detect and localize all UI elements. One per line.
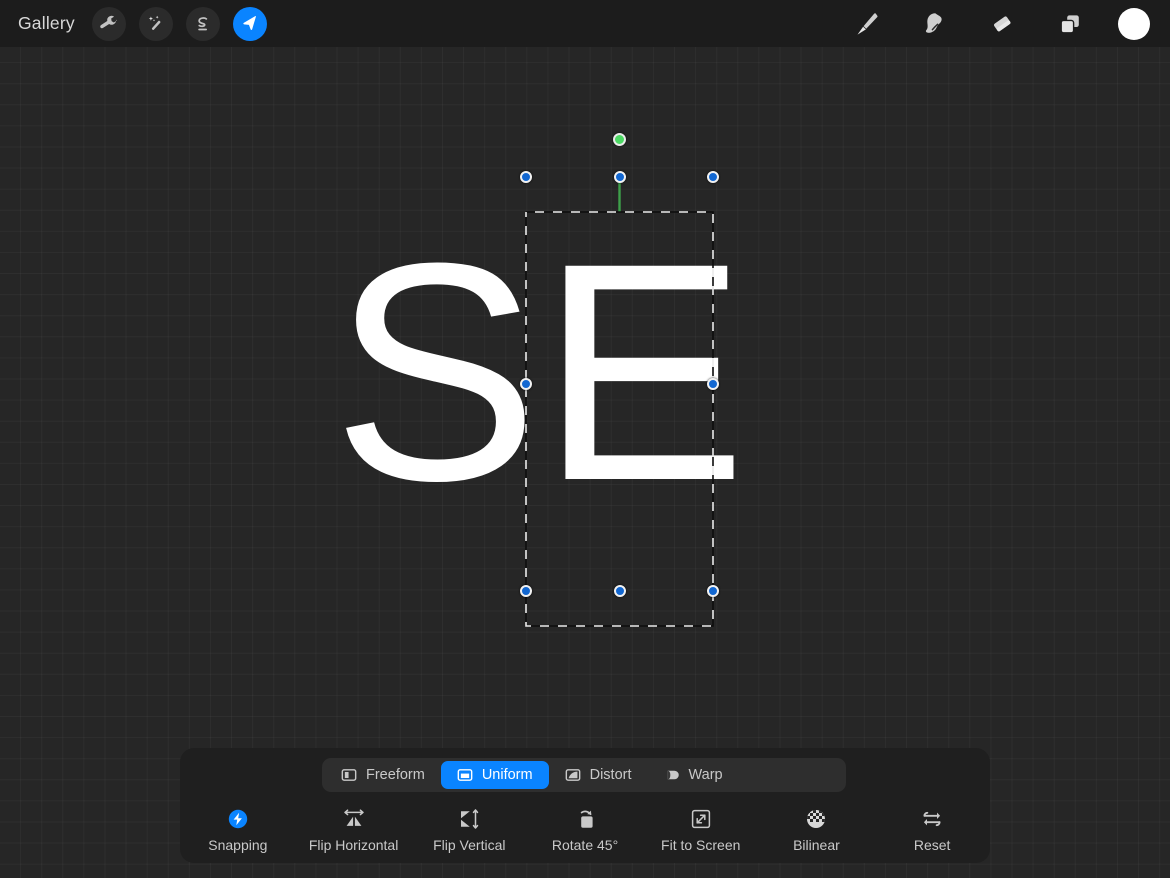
smudge-button[interactable]	[914, 7, 954, 41]
mode-uniform-label: Uniform	[482, 767, 533, 783]
layers-icon	[1055, 9, 1085, 39]
selection-s-icon	[194, 15, 212, 33]
transform-actions-row: Snapping Flip Horizontal	[180, 804, 990, 863]
action-flip-horizontal[interactable]: Flip Horizontal	[296, 804, 412, 853]
handle-bottom-left[interactable]	[520, 585, 532, 597]
mode-freeform[interactable]: Freeform	[325, 761, 441, 789]
actions-wrench-icon	[99, 14, 118, 33]
selection-button[interactable]	[186, 7, 220, 41]
transform-button[interactable]	[233, 7, 267, 41]
action-flip-vertical-label: Flip Vertical	[433, 837, 505, 853]
action-snapping-label: Snapping	[208, 837, 267, 853]
action-rotate-45-label: Rotate 45°	[552, 837, 618, 853]
transform-arrow-icon	[240, 14, 259, 33]
handle-top-right[interactable]	[707, 171, 719, 183]
bilinear-icon	[805, 808, 827, 830]
mode-warp-label: Warp	[689, 767, 723, 783]
handle-middle-right[interactable]	[707, 378, 719, 390]
action-fit-to-screen[interactable]: Fit to Screen	[643, 804, 759, 853]
handle-rotate[interactable]	[613, 133, 626, 146]
mode-distort[interactable]: Distort	[549, 761, 648, 789]
handle-bottom-center[interactable]	[614, 585, 626, 597]
transform-panel: Freeform Uniform Disto	[180, 748, 990, 863]
handle-top-center[interactable]	[614, 171, 626, 183]
transform-bounding-box[interactable]	[526, 177, 713, 721]
action-flip-vertical[interactable]: Flip Vertical	[411, 804, 527, 853]
action-reset[interactable]: Reset	[874, 804, 990, 853]
flip-vertical-icon	[457, 808, 481, 830]
artwork-letter-e: E	[540, 217, 747, 527]
mode-distort-label: Distort	[590, 767, 632, 783]
mode-uniform[interactable]: Uniform	[441, 761, 549, 789]
brush-button[interactable]	[846, 7, 886, 41]
transform-mode-segmented-control: Freeform Uniform Disto	[322, 758, 846, 792]
brush-icon	[851, 9, 881, 39]
procreate-window: S E	[0, 0, 1170, 878]
uniform-icon	[457, 767, 473, 783]
warp-icon	[664, 767, 680, 783]
action-snapping[interactable]: Snapping	[180, 804, 296, 853]
action-rotate-45[interactable]: Rotate 45°	[527, 804, 643, 853]
eraser-icon	[987, 9, 1017, 39]
topbar-right-group	[846, 7, 1170, 41]
topbar-left-group: Gallery	[0, 7, 267, 41]
mode-warp[interactable]: Warp	[648, 761, 739, 789]
actions-button[interactable]	[92, 7, 126, 41]
fit-to-screen-icon	[690, 808, 712, 830]
adjustments-button[interactable]	[139, 7, 173, 41]
layers-button[interactable]	[1050, 7, 1090, 41]
rotate-45-icon	[573, 808, 597, 830]
action-fit-to-screen-label: Fit to Screen	[661, 837, 740, 853]
artwork-letter-s: S	[332, 217, 539, 527]
action-bilinear[interactable]: Bilinear	[759, 804, 875, 853]
handle-bottom-right[interactable]	[707, 585, 719, 597]
freeform-icon	[341, 767, 357, 783]
reset-icon	[920, 808, 944, 830]
handle-top-left[interactable]	[520, 171, 532, 183]
eraser-button[interactable]	[982, 7, 1022, 41]
flip-horizontal-icon	[342, 808, 366, 830]
action-reset-label: Reset	[914, 837, 951, 853]
top-toolbar: Gallery	[0, 0, 1170, 47]
smudge-icon	[919, 9, 949, 39]
snapping-bolt-icon	[227, 808, 249, 830]
distort-icon	[565, 767, 581, 783]
action-flip-horizontal-label: Flip Horizontal	[309, 837, 398, 853]
mode-freeform-label: Freeform	[366, 767, 425, 783]
color-swatch[interactable]	[1118, 8, 1150, 40]
adjustments-wand-icon	[146, 14, 165, 33]
gallery-button[interactable]: Gallery	[18, 13, 79, 34]
handle-middle-left[interactable]	[520, 378, 532, 390]
selection-outline	[514, 165, 725, 733]
action-bilinear-label: Bilinear	[793, 837, 840, 853]
